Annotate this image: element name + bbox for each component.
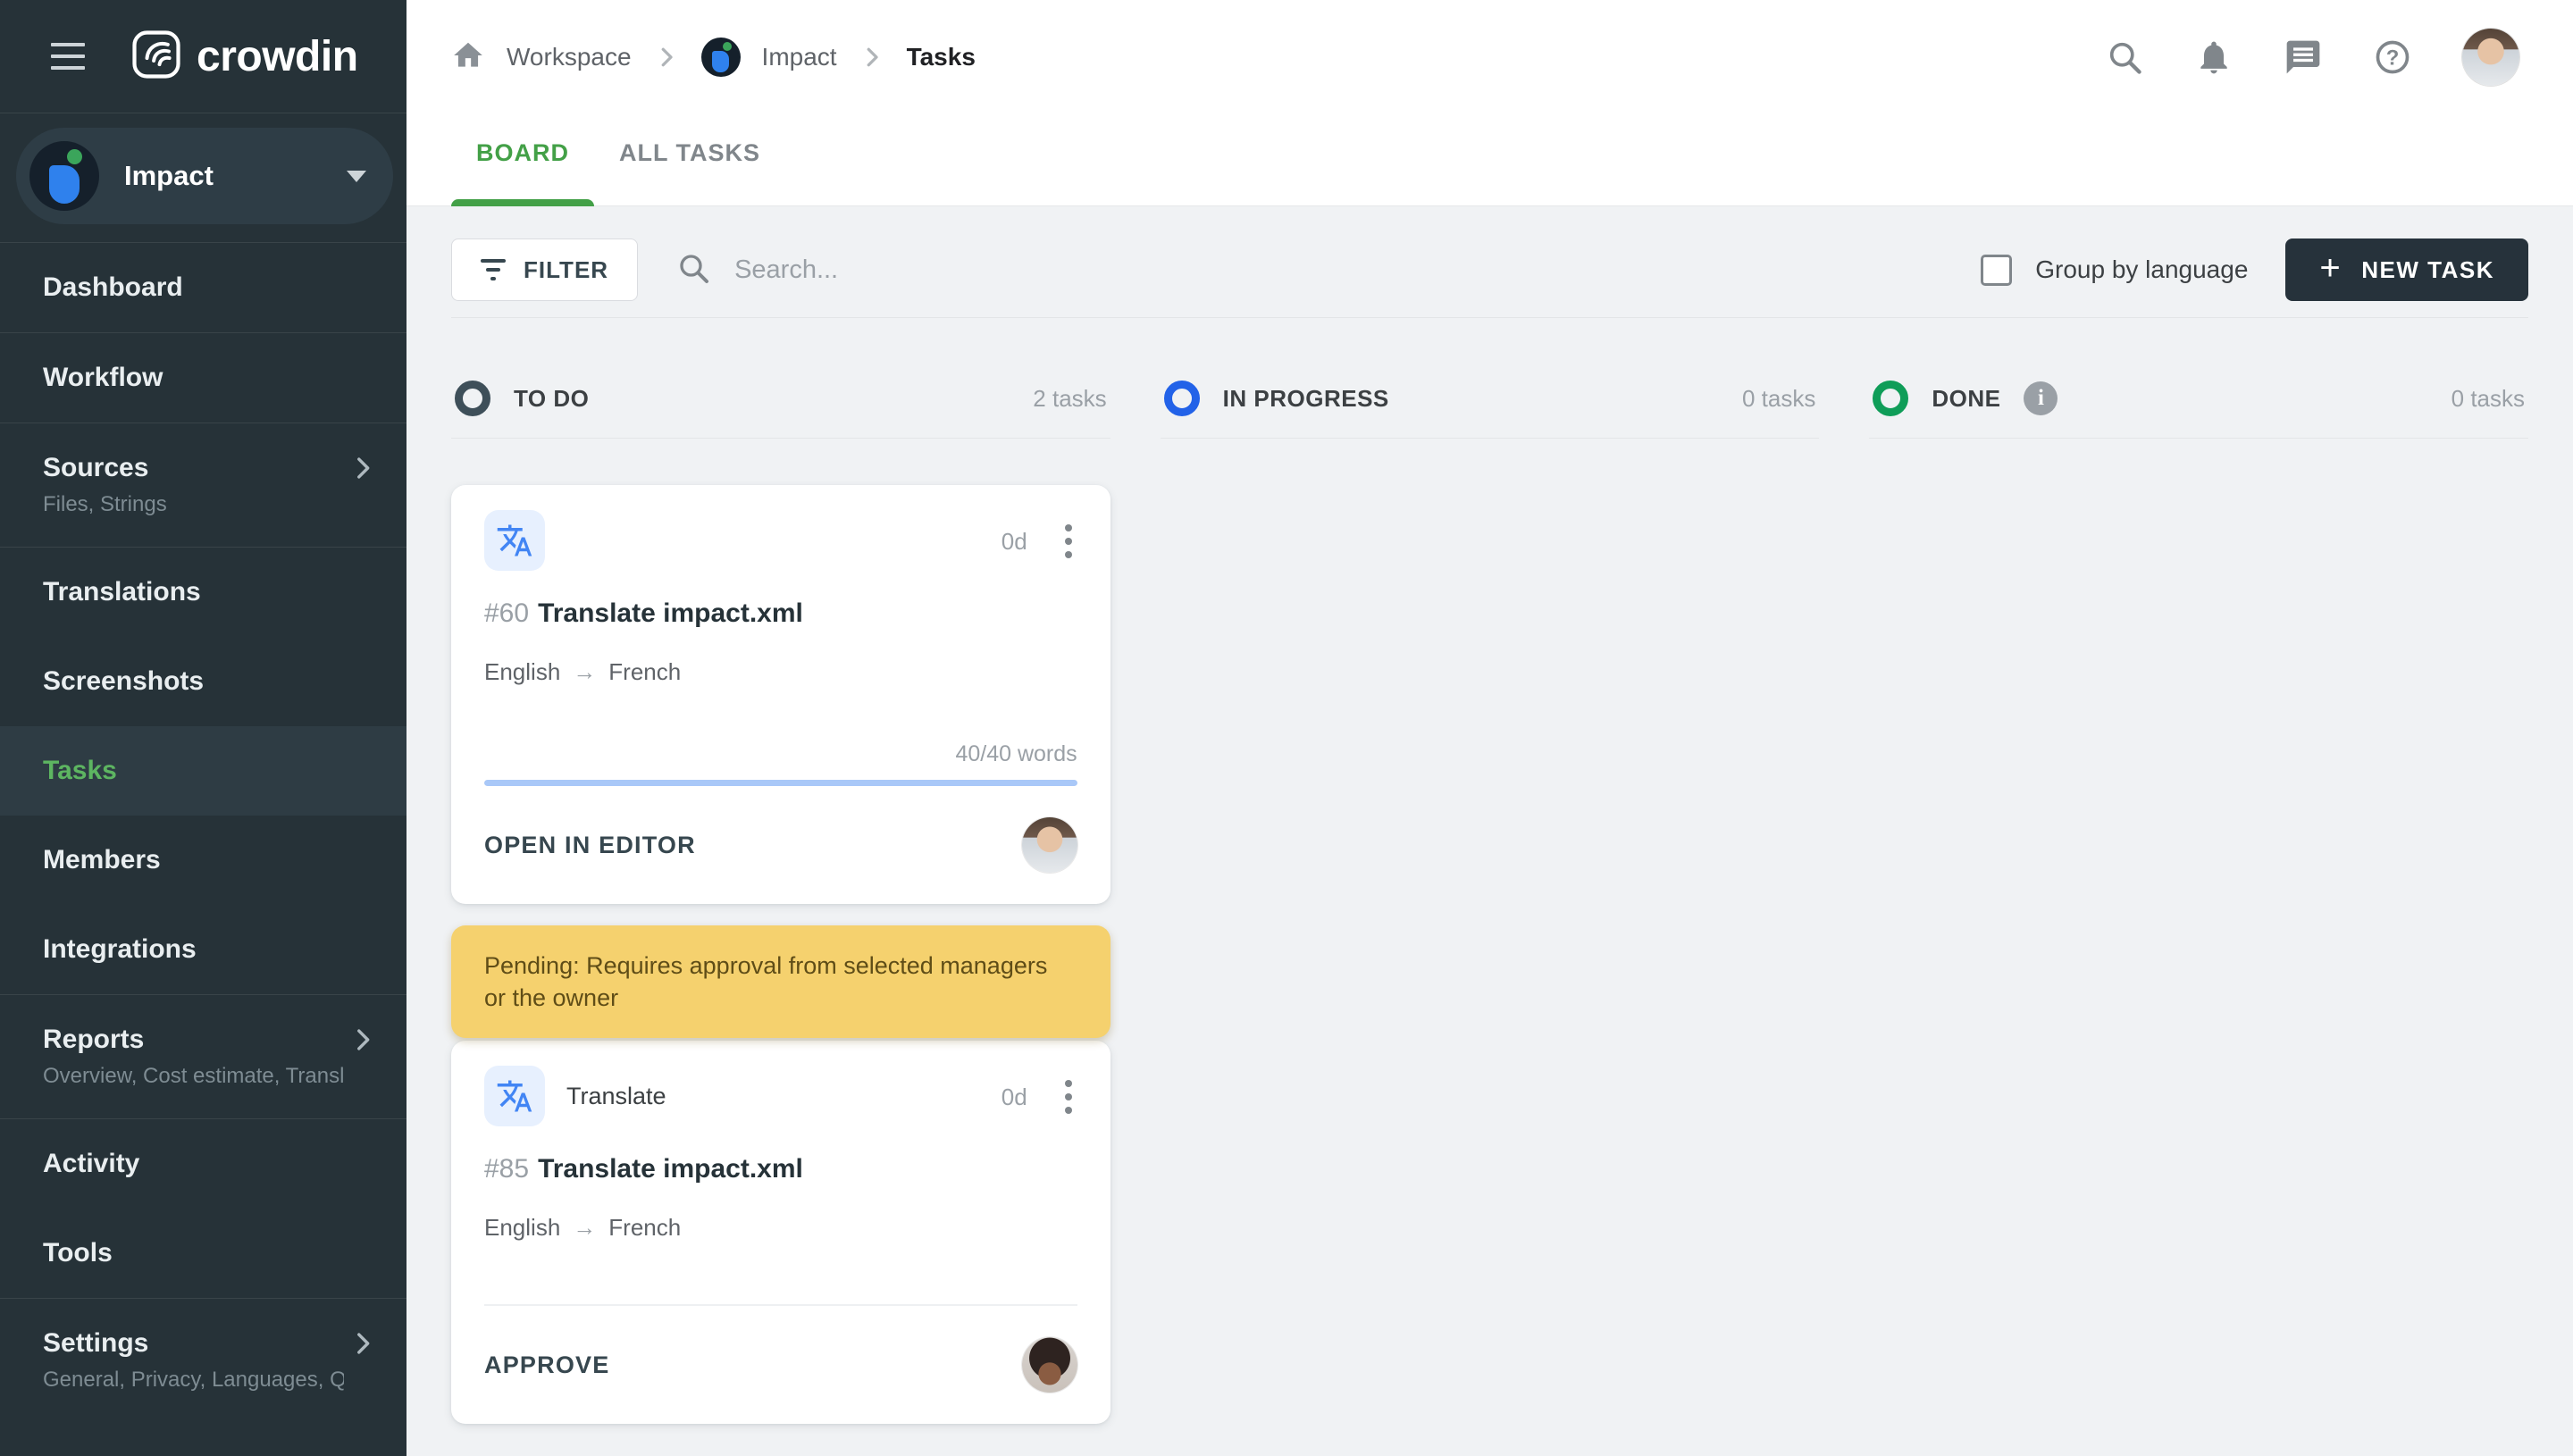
task-card-85[interactable]: Translate 0d #85 Translate impact.xml Eng… xyxy=(451,1041,1110,1424)
project-switcher-section: Impact xyxy=(0,113,406,243)
progress-bar xyxy=(484,780,1077,786)
top-icons: ? xyxy=(2105,0,2573,114)
filter-icon xyxy=(481,259,506,280)
translate-icon xyxy=(484,1066,545,1126)
sidebar-item-activity[interactable]: Activity xyxy=(0,1118,406,1209)
done-count: 0 tasks xyxy=(2451,384,2526,412)
tab-board[interactable]: BOARD xyxy=(451,114,594,206)
breadcrumb-workspace[interactable]: Workspace xyxy=(507,43,632,71)
search-box xyxy=(675,250,1234,290)
home-icon[interactable] xyxy=(451,38,485,77)
assignee-avatar[interactable] xyxy=(1021,817,1077,873)
messages-icon[interactable] xyxy=(2284,38,2323,77)
column-done: DONE i 0 tasks xyxy=(1869,368,2529,1424)
crowdin-wordmark: crowdin xyxy=(197,32,358,80)
column-in-progress-header: IN PROGRESS 0 tasks xyxy=(1160,368,1820,439)
chevron-down-icon xyxy=(347,170,366,182)
view-tabs: BOARD ALL TASKS xyxy=(406,114,2573,206)
info-icon[interactable]: i xyxy=(2024,381,2058,415)
column-in-progress: IN PROGRESS 0 tasks xyxy=(1160,368,1820,1424)
in-progress-status-icon xyxy=(1163,381,1200,416)
task-card-60[interactable]: 0d #60Translate impact.xml English Frenc… xyxy=(451,485,1110,904)
sidebar-item-screenshots[interactable]: Screenshots xyxy=(0,637,406,726)
task-duration: 0d xyxy=(1001,527,1027,555)
tasks-content: FILTER Group by language + NEW TASK xyxy=(406,206,2573,1456)
task-menu-icon[interactable] xyxy=(1060,519,1077,564)
assignee-avatar[interactable] xyxy=(1021,1337,1077,1393)
todo-count: 2 tasks xyxy=(1033,384,1107,412)
task-id: #85 xyxy=(484,1154,530,1184)
active-tab-indicator xyxy=(451,199,594,206)
chevron-right-icon xyxy=(348,1328,378,1359)
main-area: Workspace Impact Tasks ? BOARD ALL TASKS… xyxy=(406,0,2573,1456)
sidebar-item-tools[interactable]: Tools xyxy=(0,1209,406,1298)
new-task-button[interactable]: + NEW TASK xyxy=(2285,238,2528,301)
top-bar: Workspace Impact Tasks ? BOARD ALL TASKS xyxy=(406,0,2573,206)
plus-icon: + xyxy=(2319,248,2343,288)
arrow-right-icon xyxy=(573,1214,596,1242)
crowdin-app: crowdin Impact Dashboard Workflow Source… xyxy=(0,0,2573,1456)
column-done-header: DONE i 0 tasks xyxy=(1869,368,2529,439)
chevron-right-icon xyxy=(859,44,885,71)
sidebar-item-reports[interactable]: Reports Overview, Cost estimate, Transl… xyxy=(0,994,406,1118)
task-menu-icon[interactable] xyxy=(1060,1075,1077,1119)
svg-text:?: ? xyxy=(2386,46,2400,70)
in-progress-count: 0 tasks xyxy=(1741,384,1816,412)
group-by-language-checkbox[interactable] xyxy=(1981,254,2013,286)
breadcrumb-project[interactable]: Impact xyxy=(762,43,837,71)
search-icon[interactable] xyxy=(2105,38,2144,77)
sidebar-item-translations[interactable]: Translations xyxy=(0,547,406,637)
language-pair: English French xyxy=(484,658,1077,686)
tab-all-tasks[interactable]: ALL TASKS xyxy=(594,114,785,206)
task-id: #60 xyxy=(484,598,530,628)
project-name: Impact xyxy=(124,160,214,191)
crowdin-logo[interactable]: crowdin xyxy=(131,29,358,84)
project-switcher[interactable]: Impact xyxy=(16,128,393,224)
approve-button[interactable]: APPROVE xyxy=(484,1351,609,1379)
sidebar-nav: Dashboard Workflow Sources Files, String… xyxy=(0,243,406,1456)
sidebar-item-settings[interactable]: Settings General, Privacy, Languages, Q… xyxy=(0,1298,406,1422)
kanban-board: TO DO 2 tasks 0d #60 Translate impact.xm… xyxy=(451,368,2529,1424)
crowdin-logo-icon xyxy=(131,29,181,84)
search-input[interactable] xyxy=(733,254,1234,286)
user-avatar[interactable] xyxy=(2462,29,2519,86)
sidebar-item-members[interactable]: Members xyxy=(0,816,406,905)
help-icon[interactable]: ? xyxy=(2373,38,2412,77)
sidebar-item-sources[interactable]: Sources Files, Strings xyxy=(0,423,406,547)
sidebar-header: crowdin xyxy=(0,0,406,113)
task-type-label: Translate xyxy=(566,1082,666,1109)
chevron-right-icon xyxy=(348,453,378,483)
sidebar-item-workflow[interactable]: Workflow xyxy=(0,332,406,423)
menu-icon[interactable] xyxy=(51,43,85,70)
todo-status-icon xyxy=(455,381,490,416)
search-icon xyxy=(675,250,711,290)
breadcrumb-current: Tasks xyxy=(906,43,976,71)
sidebar-item-dashboard[interactable]: Dashboard xyxy=(0,243,406,332)
arrow-right-icon xyxy=(573,658,596,686)
words-count: 40/40 words xyxy=(955,741,1077,766)
notifications-icon[interactable] xyxy=(2194,38,2234,77)
column-todo: TO DO 2 tasks 0d #60 Translate impact.xm… xyxy=(451,368,1110,1424)
board-toolbar: FILTER Group by language + NEW TASK xyxy=(451,238,2528,318)
sidebar: crowdin Impact Dashboard Workflow Source… xyxy=(0,0,406,1456)
language-pair: English French xyxy=(484,1214,1077,1242)
pending-approval-banner: Pending: Requires approval from selected… xyxy=(451,925,1110,1038)
open-in-editor-button[interactable]: OPEN IN EDITOR xyxy=(484,832,696,859)
chevron-right-icon xyxy=(653,44,680,71)
filter-button[interactable]: FILTER xyxy=(451,238,639,301)
task-title: #60 Translate impact.xml xyxy=(484,598,803,628)
task-title: #85 Translate impact.xml xyxy=(484,1154,803,1184)
project-avatar xyxy=(29,141,99,211)
translate-icon xyxy=(484,510,545,571)
sidebar-item-tasks[interactable]: Tasks xyxy=(0,726,406,816)
group-by-language-label: Group by language xyxy=(2035,255,2249,283)
task-duration: 0d xyxy=(1001,1083,1027,1110)
chevron-right-icon xyxy=(348,1025,378,1055)
done-status-icon xyxy=(1873,381,1909,416)
breadcrumb-project-avatar xyxy=(700,38,741,77)
column-todo-header: TO DO 2 tasks xyxy=(451,368,1110,439)
sidebar-item-integrations[interactable]: Integrations xyxy=(0,905,406,994)
